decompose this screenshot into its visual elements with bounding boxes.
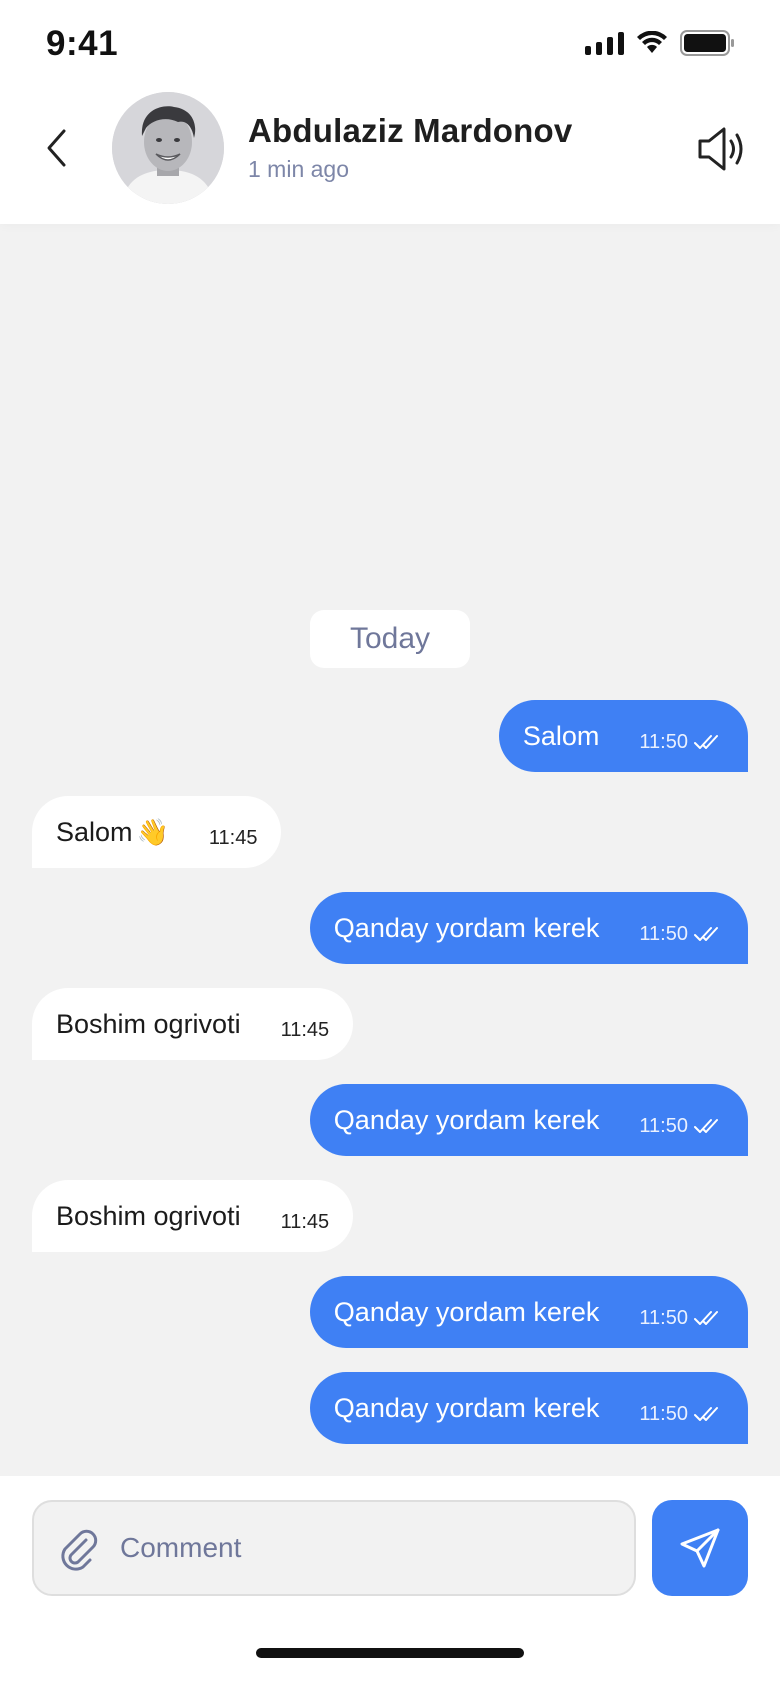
message-time: 11:50 bbox=[639, 1306, 688, 1329]
chat-header: 9:41 Abdulaziz Mardonov 1 min ago bbox=[0, 0, 780, 224]
send-icon bbox=[680, 1528, 720, 1568]
double-check-icon bbox=[694, 735, 718, 749]
message-text: Qanday yordam kerek bbox=[333, 1296, 600, 1327]
message-meta: 11:50 bbox=[639, 1403, 724, 1426]
message-text: Qanday yordam kerek bbox=[333, 1104, 600, 1135]
waving-hand-emoji: 👋 bbox=[136, 816, 169, 847]
back-button[interactable] bbox=[36, 118, 76, 178]
comment-input-box bbox=[32, 1500, 636, 1596]
double-check-icon bbox=[694, 927, 718, 941]
comment-input[interactable] bbox=[120, 1520, 610, 1576]
message-time: 11:45 bbox=[280, 1018, 330, 1041]
double-check-icon bbox=[694, 1407, 718, 1421]
speaker-icon bbox=[698, 127, 743, 171]
status-time: 9:41 bbox=[46, 24, 119, 63]
contact-name: Abdulaziz Mardonov bbox=[248, 112, 573, 149]
message-text: Boshim ogrivoti bbox=[56, 1200, 241, 1231]
wifi-icon bbox=[637, 31, 667, 53]
message-outgoing[interactable]: Salom 11:50 bbox=[498, 700, 748, 772]
message-meta: 11:45 bbox=[281, 1019, 330, 1042]
sound-button[interactable] bbox=[694, 122, 748, 176]
date-separator: Today bbox=[310, 610, 470, 668]
attach-button[interactable] bbox=[56, 1526, 104, 1574]
battery-icon bbox=[680, 30, 734, 56]
cellular-signal-icon bbox=[585, 31, 624, 55]
message-meta: 11:50 bbox=[639, 923, 724, 946]
message-meta: 11:50 bbox=[639, 731, 724, 754]
avatar-portrait-icon bbox=[112, 92, 224, 204]
chevron-left-icon bbox=[47, 129, 66, 167]
message-outgoing[interactable]: Qanday yordam kerek 11:50 bbox=[309, 1276, 748, 1348]
contact-last-seen: 1 min ago bbox=[248, 156, 350, 182]
message-meta: 11:45 bbox=[281, 1211, 330, 1234]
message-incoming[interactable]: Boshim ogrivoti 11:45 bbox=[32, 988, 354, 1060]
message-time: 11:45 bbox=[280, 1210, 330, 1233]
message-time: 11:50 bbox=[639, 1114, 688, 1137]
home-indicator bbox=[256, 1648, 524, 1658]
message-time: 11:50 bbox=[639, 922, 688, 945]
message-text: Qanday yordam kerek bbox=[333, 1392, 600, 1423]
chat-screen: 9:41 Abdulaziz Mardonov 1 min ago Today … bbox=[0, 0, 780, 1688]
message-text: Salom bbox=[56, 816, 133, 847]
double-check-icon bbox=[694, 1119, 718, 1133]
message-text: Salom bbox=[522, 720, 600, 751]
message-text: Boshim ogrivoti bbox=[56, 1008, 241, 1039]
status-icons bbox=[585, 30, 736, 56]
message-outgoing[interactable]: Qanday yordam kerek 11:50 bbox=[309, 1372, 748, 1444]
message-incoming[interactable]: Boshim ogrivoti 11:45 bbox=[32, 1180, 354, 1252]
message-outgoing[interactable]: Qanday yordam kerek 11:50 bbox=[309, 892, 748, 964]
contact-avatar[interactable] bbox=[112, 92, 224, 204]
message-composer bbox=[0, 1476, 780, 1688]
message-meta: 11:45 bbox=[209, 827, 258, 850]
message-time: 11:50 bbox=[639, 1402, 688, 1425]
message-text: Qanday yordam kerek bbox=[333, 912, 600, 943]
message-incoming[interactable]: Salom 👋 11:45 bbox=[32, 796, 282, 868]
send-button[interactable] bbox=[652, 1500, 748, 1596]
message-time: 11:50 bbox=[639, 730, 688, 753]
message-outgoing[interactable]: Qanday yordam kerek 11:50 bbox=[309, 1084, 748, 1156]
message-time: 11:45 bbox=[208, 826, 258, 849]
double-check-icon bbox=[694, 1311, 718, 1325]
message-meta: 11:50 bbox=[639, 1115, 724, 1138]
paperclip-icon bbox=[61, 1529, 98, 1571]
message-meta: 11:50 bbox=[639, 1307, 724, 1330]
